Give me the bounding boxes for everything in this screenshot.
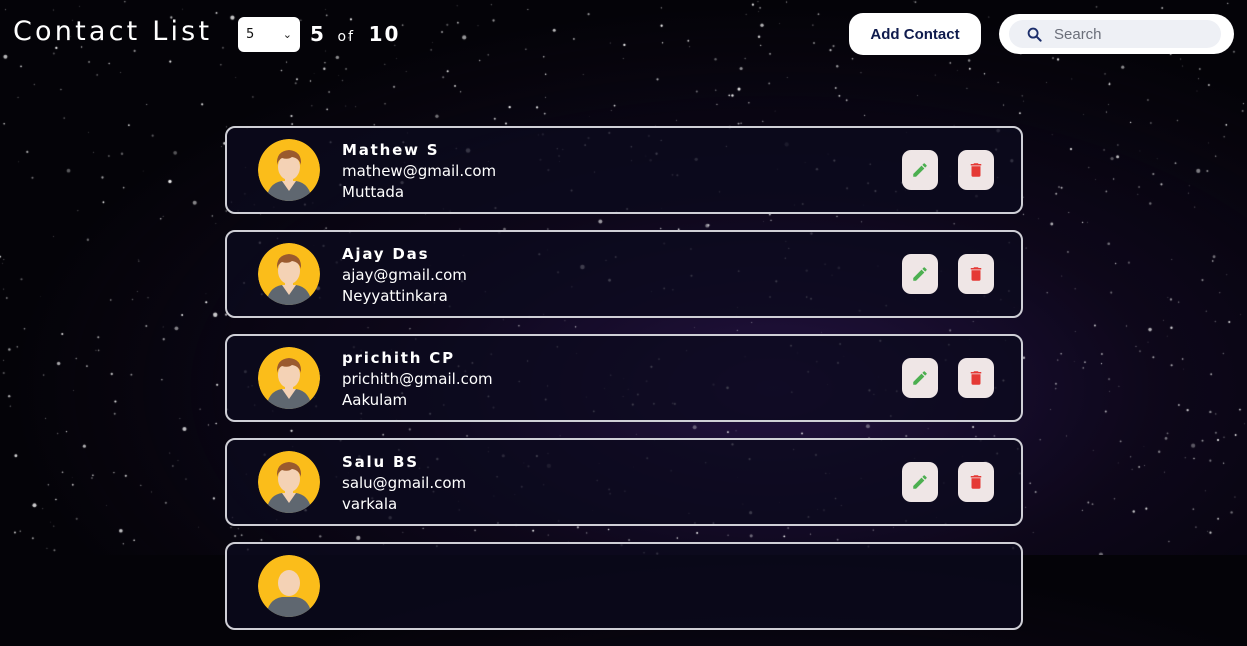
contact-place: Aakulam	[342, 391, 408, 409]
of-label: of	[337, 29, 355, 45]
contact-info: Ajay Das ajay@gmail.com Neyyattinkara	[342, 244, 467, 307]
page-title: Contact List	[13, 16, 213, 47]
contact-name: Mathew S	[342, 141, 440, 159]
contact-card: Salu BS salu@gmail.com varkala	[225, 438, 1023, 526]
contact-email: prichith@gmail.com	[342, 370, 493, 388]
pencil-icon	[913, 475, 927, 489]
avatar	[258, 555, 320, 617]
search-field	[1009, 20, 1221, 48]
edit-button[interactable]	[902, 462, 938, 502]
avatar	[258, 347, 320, 409]
contact-place: varkala	[342, 495, 398, 513]
trash-icon	[970, 163, 982, 177]
contact-card: prichith CP prichith@gmail.com Aakulam	[225, 334, 1023, 422]
shown-count: 5	[310, 22, 326, 46]
search-box	[999, 14, 1234, 54]
edit-button[interactable]	[902, 150, 938, 190]
delete-button[interactable]	[958, 254, 994, 294]
page-size-value: 5	[246, 27, 255, 42]
contact-info: prichith CP prichith@gmail.com Aakulam	[342, 348, 493, 411]
pencil-icon	[913, 267, 927, 281]
pencil-icon	[913, 163, 927, 177]
search-input[interactable]	[1052, 24, 1206, 44]
edit-button[interactable]	[902, 358, 938, 398]
contact-place: Neyyattinkara	[342, 287, 448, 305]
edit-button[interactable]	[902, 254, 938, 294]
contact-name: Ajay Das	[342, 245, 430, 263]
delete-button[interactable]	[958, 462, 994, 502]
avatar	[258, 139, 320, 201]
contact-info: Mathew S mathew@gmail.com Muttada	[342, 140, 496, 203]
contact-email: salu@gmail.com	[342, 474, 467, 492]
contact-info: Salu BS salu@gmail.com varkala	[342, 452, 466, 515]
page-counter: 5 of 10	[310, 22, 400, 46]
chevron-down-icon: ⌄	[282, 28, 292, 41]
page-size-select[interactable]: 5 ⌄	[238, 17, 300, 52]
delete-button[interactable]	[958, 358, 994, 398]
contact-card: Mathew S mathew@gmail.com Muttada	[225, 126, 1023, 214]
contact-card	[225, 542, 1023, 630]
contact-name: Salu BS	[342, 453, 419, 471]
contact-place: Muttada	[342, 183, 405, 201]
contact-list: Mathew S mathew@gmail.com Muttada Ajay D…	[225, 126, 1023, 646]
avatar	[258, 243, 320, 305]
contact-card: Ajay Das ajay@gmail.com Neyyattinkara	[225, 230, 1023, 318]
pencil-icon	[913, 371, 927, 385]
total-count: 10	[368, 22, 401, 46]
contact-email: ajay@gmail.com	[342, 266, 467, 284]
trash-icon	[970, 267, 982, 281]
header: Contact List 5 ⌄ 5 of 10 Add Contact	[0, 0, 1247, 70]
trash-icon	[970, 371, 982, 385]
delete-button[interactable]	[958, 150, 994, 190]
add-contact-button[interactable]: Add Contact	[849, 13, 981, 55]
avatar	[258, 451, 320, 513]
contact-email: mathew@gmail.com	[342, 162, 497, 180]
contact-name: prichith CP	[342, 349, 455, 367]
trash-icon	[970, 475, 982, 489]
search-icon	[1027, 27, 1042, 42]
